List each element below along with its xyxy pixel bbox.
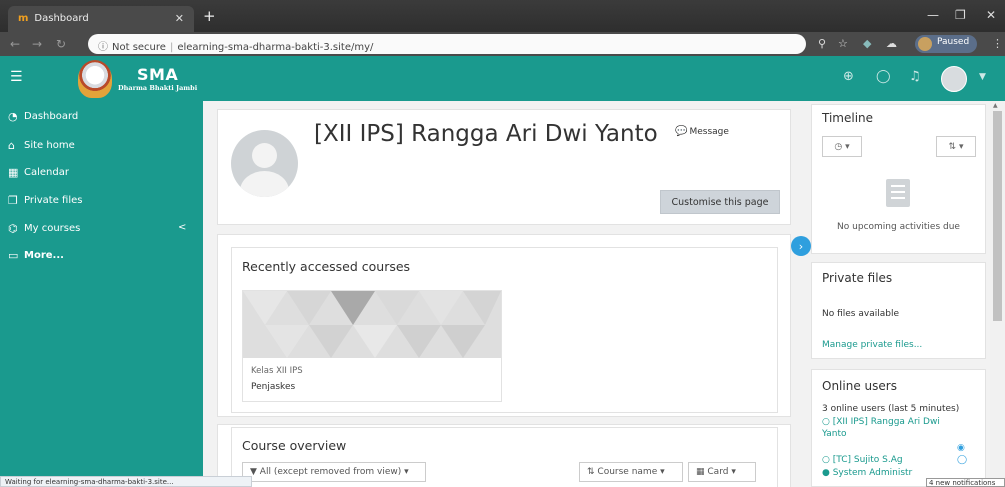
online-user-link[interactable]: ○ [TC] Sujito S.Ag xyxy=(822,455,903,465)
browser-tab-bar: m Dashboard ✕ + — ❐ ✕ xyxy=(0,0,1005,32)
hamburger-icon[interactable]: ☰ xyxy=(10,69,23,85)
profile-header-card: [XII IPS] Rangga Ari Dwi Yanto 💬 Message … xyxy=(217,109,791,225)
browser-tab[interactable]: m Dashboard ✕ xyxy=(8,6,194,32)
view-dropdown[interactable]: ▦ Card ▾ xyxy=(688,462,756,482)
browser-menu-icon[interactable]: ⋮ xyxy=(992,37,1003,50)
message-link[interactable]: 💬 Message xyxy=(675,126,729,137)
main-region: [XII IPS] Rangga Ari Dwi Yanto 💬 Message … xyxy=(203,101,803,487)
info-icon[interactable]: ⓘ xyxy=(98,42,108,53)
messages-icon[interactable]: ◯ xyxy=(876,69,891,84)
scroll-up-icon[interactable]: ▲ xyxy=(993,102,998,109)
nav-drawer: ◔ Dashboard ⌂ Site home ▦ Calendar ❐ Private… xyxy=(0,101,203,487)
timeline-title: Timeline xyxy=(822,111,874,125)
moodle-favicon-icon: m xyxy=(18,13,29,24)
url-text: elearning-sma-dharma-bakti-3.site/my/ xyxy=(177,42,374,53)
online-users-block: Online users 3 online users (last 5 minu… xyxy=(811,369,986,487)
private-files-block: Private files No files available Manage … xyxy=(811,262,986,359)
calendar-icon: ▦ xyxy=(8,166,19,179)
user-icon: ○ xyxy=(822,417,833,427)
chevron-left-icon[interactable]: < xyxy=(178,222,186,233)
dashboard-icon: ◔ xyxy=(8,110,18,123)
close-tab-icon[interactable]: ✕ xyxy=(175,12,184,25)
user-menu-caret-icon[interactable]: ▼ xyxy=(979,72,986,82)
course-overview-title: Course overview xyxy=(242,438,347,453)
online-user-link[interactable]: ● System Administr xyxy=(822,468,912,478)
page-title: [XII IPS] Rangga Ari Dwi Yanto xyxy=(314,121,658,147)
address-bar: ← → ↻ ⓘ Not secure | elearning-sma-dharma-b… xyxy=(0,32,1005,56)
online-user-link[interactable]: Yanto xyxy=(822,429,847,439)
course-name[interactable]: Penjaskes xyxy=(251,382,295,392)
sort-icon: ⇅ xyxy=(587,467,595,477)
scrollbar-thumb[interactable] xyxy=(993,111,1002,321)
files-icon: ❐ xyxy=(8,194,18,207)
course-pattern-image xyxy=(243,291,501,358)
timeline-filter-dropdown[interactable]: ◷ ▾ xyxy=(822,136,862,157)
profile-avatar-icon xyxy=(918,37,932,51)
empty-list-icon xyxy=(886,179,910,207)
bookmark-star-icon[interactable]: ☆ xyxy=(838,37,848,50)
profile-avatar xyxy=(231,130,298,197)
block-region: Timeline ◷ ▾ ⇅ ▾ No upcoming activities … xyxy=(803,101,988,487)
timeline-sort-dropdown[interactable]: ⇅ ▾ xyxy=(936,136,976,157)
graduation-cap-icon: ⌬ xyxy=(8,222,18,235)
user-icon: ● xyxy=(822,468,833,478)
clock-icon: ◷ xyxy=(834,141,843,152)
site-brand[interactable]: SMA Dharma Bhakti Jambi xyxy=(78,58,204,99)
url-input[interactable]: ⓘ Not secure | elearning-sma-dharma-bakti-3… xyxy=(88,34,806,54)
browser-status-text: Waiting for elearning-sma-dharma-bakti-3… xyxy=(0,476,252,487)
no-files-text: No files available xyxy=(822,309,899,319)
course-overview-card: Course overview ▼ All (except removed fr… xyxy=(217,424,791,487)
drawer-item-more[interactable]: ▭ More... xyxy=(8,249,64,262)
minimize-icon[interactable]: — xyxy=(927,8,939,22)
brand-title: SMA xyxy=(136,65,179,84)
online-user-link[interactable]: ○ [XII IPS] Rangga Ari Dwi xyxy=(822,417,940,427)
tab-title: Dashboard xyxy=(34,13,89,24)
customise-page-button[interactable]: Customise this page xyxy=(660,190,780,214)
notification-tooltip: 4 new notifications xyxy=(926,478,1005,487)
home-icon: ⌂ xyxy=(8,139,15,152)
message-icon[interactable]: ◯ xyxy=(957,455,967,465)
site-navbar: ☰ SMA Dharma Bhakti Jambi ⊕ ◯ ♫ ▼ xyxy=(0,56,1005,101)
recent-courses-title: Recently accessed courses xyxy=(242,259,411,274)
reload-icon[interactable]: ↻ xyxy=(56,37,66,51)
grid-icon: ▦ xyxy=(696,467,705,477)
timeline-empty-text: No upcoming activities due xyxy=(837,222,960,232)
private-files-title: Private files xyxy=(822,271,893,285)
maximize-icon[interactable]: ❐ xyxy=(955,8,966,22)
forward-icon[interactable]: → xyxy=(32,37,42,51)
back-icon[interactable]: ← xyxy=(10,37,20,51)
extension-icon[interactable]: ◆ xyxy=(863,37,871,50)
sort-icon: ⇅ xyxy=(948,141,957,152)
new-tab-icon[interactable]: + xyxy=(203,7,216,25)
folder-icon: ▭ xyxy=(8,249,19,262)
brand-subtitle: Dharma Bhakti Jambi xyxy=(118,84,198,92)
course-card[interactable]: Kelas XII IPS Penjaskes xyxy=(242,290,502,402)
notifications-bell-icon[interactable]: ♫ xyxy=(909,69,921,84)
profile-paused-button[interactable]: Paused xyxy=(915,35,978,53)
course-filter-dropdown[interactable]: ▼ All (except removed from view) ▾ xyxy=(242,462,426,482)
sort-dropdown[interactable]: ⇅ Course name ▾ xyxy=(579,462,683,482)
drawer-item-site-home[interactable]: ⌂ Site home xyxy=(8,139,75,152)
page-scrollbar[interactable]: ▲ xyxy=(990,101,1005,487)
course-category: Kelas XII IPS xyxy=(251,366,303,376)
cloud-extension-icon[interactable]: ☁ xyxy=(886,37,897,50)
speech-bubble-icon: 💬 xyxy=(675,126,688,137)
zoom-icon[interactable]: ⚲ xyxy=(818,37,826,50)
eye-icon[interactable]: ◉ xyxy=(957,443,965,453)
online-users-summary: 3 online users (last 5 minutes) xyxy=(822,404,960,414)
online-users-title: Online users xyxy=(822,379,897,393)
timeline-block: Timeline ◷ ▾ ⇅ ▾ No upcoming activities … xyxy=(811,104,986,254)
drawer-item-my-courses[interactable]: ⌬ My courses xyxy=(8,222,80,235)
security-status: Not secure xyxy=(112,42,166,53)
user-icon: ○ xyxy=(822,455,833,465)
manage-private-files-link[interactable]: Manage private files... xyxy=(822,340,922,350)
recent-courses-card: Recently accessed courses Kelas XII IPS … xyxy=(217,234,791,417)
user-avatar[interactable] xyxy=(941,66,967,92)
drawer-item-calendar[interactable]: ▦ Calendar xyxy=(8,166,69,179)
language-globe-icon[interactable]: ⊕ xyxy=(843,69,854,84)
drawer-item-dashboard[interactable]: ◔ Dashboard xyxy=(8,110,78,123)
drawer-item-private-files[interactable]: ❐ Private files xyxy=(8,194,82,207)
school-logo-icon xyxy=(78,59,112,98)
close-window-icon[interactable]: ✕ xyxy=(986,8,996,22)
